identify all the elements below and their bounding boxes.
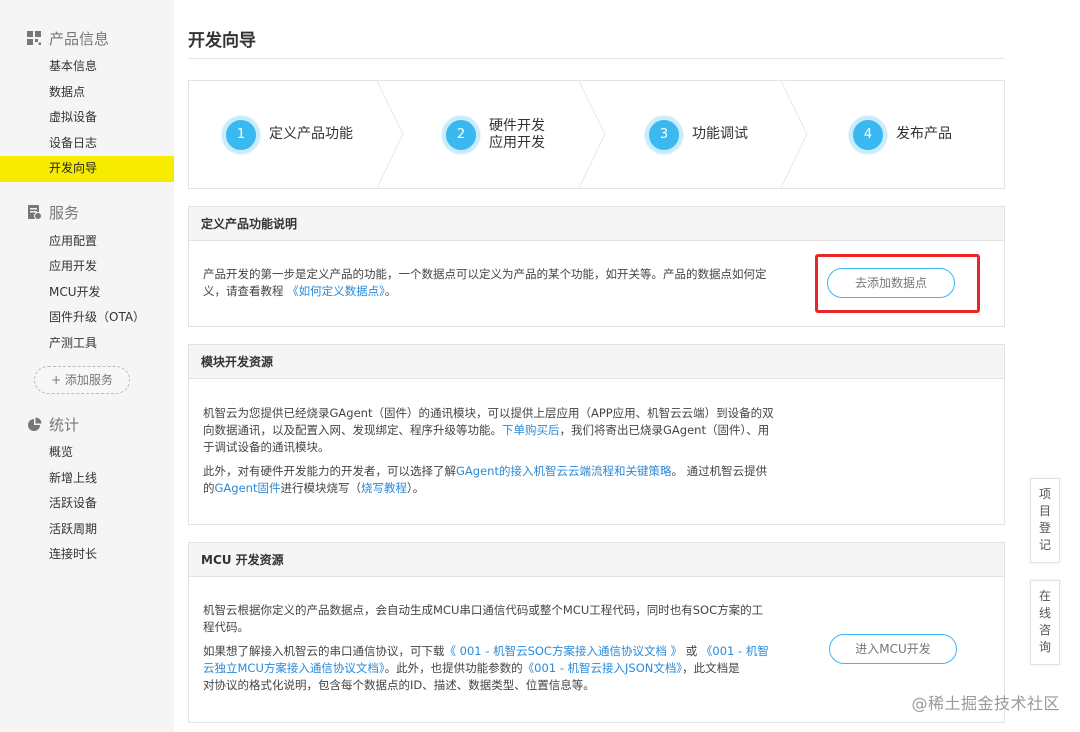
step-number: 4 — [849, 115, 887, 154]
panel-text-line: 如果想了解接入机智云的串口通信协议，可下载《 001 - 机智云SOC方案接入通… — [203, 643, 795, 660]
step-label-line: 应用开发 — [489, 134, 545, 151]
panel-title: MCU 开发资源 — [189, 543, 1004, 577]
text-span: 如果想了解接入机智云的串口通信协议，可下载 — [203, 644, 445, 658]
sidebar-item-overview[interactable]: 概览 — [0, 440, 174, 466]
text-span: ，此文档是 — [682, 661, 740, 675]
tab-char: 项 — [1038, 487, 1051, 501]
sidebar-item-ota[interactable]: 固件升级（OTA） — [0, 305, 174, 331]
text-span: 的 — [203, 481, 215, 495]
step-label-line: 硬件开发 — [489, 117, 545, 134]
step-number: 1 — [222, 115, 260, 154]
panel-text: 机智云根据你定义的产品数据点，会自动生成MCU串口通信代码或整个MCU工程代码，… — [189, 577, 809, 694]
add-datapoint-button[interactable]: 去添加数据点 — [827, 268, 955, 298]
text-span: 向数据通讯，以及配置入网、发现绑定、程序升级等功能。 — [203, 423, 502, 437]
text-span: 进行模块烧写（ — [280, 481, 361, 495]
panel-text-line: 产品开发的第一步是定义产品的功能，一个数据点可以定义为产品的某个功能，如开关等。… — [203, 267, 767, 281]
sidebar-item-mcu-dev[interactable]: MCU开发 — [0, 280, 174, 306]
gagent-strategy-link[interactable]: GAgent的接入机智云云端流程和关键策略 — [456, 464, 671, 478]
sidebar-item-datapoints[interactable]: 数据点 — [0, 80, 174, 106]
step-label: 硬件开发 应用开发 — [489, 118, 545, 152]
tab-char: 咨 — [1038, 623, 1051, 637]
tab-char: 在 — [1038, 589, 1051, 603]
step-4[interactable]: 4 发布产品 — [849, 81, 952, 188]
sidebar-item-connect-duration[interactable]: 连接时长 — [0, 542, 174, 568]
sidebar-item-dev-guide[interactable]: 开发向导 — [0, 156, 174, 182]
text-span: 此外，对有硬件开发能力的开发者，可以选择了解 — [203, 464, 456, 478]
buy-link[interactable]: 下单购买后 — [502, 423, 560, 437]
tab-char: 询 — [1038, 640, 1051, 654]
panel-title: 模块开发资源 — [189, 345, 1004, 379]
sidebar-item-app-config[interactable]: 应用配置 — [0, 229, 174, 255]
panel-module-resources: 模块开发资源 机智云为您提供已经烧录GAgent（固件）的通讯模块，可以提供上层… — [188, 344, 1005, 525]
step-label: 功能调试 — [692, 126, 748, 142]
panel-text-line: 的GAgent固件进行模块烧写（烧写教程）。 — [203, 480, 795, 497]
tab-char: 登 — [1038, 521, 1051, 535]
panel-text-line: 云独立MCU方案接入通信协议文档》。此外，也提供功能参数的《001 - 机智云接… — [203, 660, 795, 677]
sidebar-group-title: 服务 — [49, 204, 80, 222]
pie-chart-icon — [27, 417, 42, 432]
sidebar-item-active-devices[interactable]: 活跃设备 — [0, 491, 174, 517]
sidebar-item-active-period[interactable]: 活跃周期 — [0, 517, 174, 543]
sidebar-item-basic-info[interactable]: 基本信息 — [0, 54, 174, 80]
panel-text: 产品开发的第一步是定义产品的功能，一个数据点可以定义为产品的某个功能，如开关等。… — [189, 241, 809, 300]
step-2[interactable]: 2 硬件开发 应用开发 — [442, 81, 545, 188]
enter-mcu-dev-button[interactable]: 进入MCU开发 — [829, 634, 957, 664]
tab-char: 线 — [1038, 606, 1051, 620]
step-label: 定义产品功能 — [269, 126, 353, 142]
tab-char: 记 — [1038, 538, 1051, 552]
sidebar-group-product-info: 产品信息 — [0, 26, 174, 50]
add-service-button[interactable]: + 添加服务 — [34, 366, 130, 394]
gagent-firmware-link[interactable]: GAgent固件 — [215, 481, 281, 495]
tab-char: 目 — [1038, 504, 1051, 518]
sidebar-item-device-log[interactable]: 设备日志 — [0, 131, 174, 157]
title-divider — [188, 58, 1005, 59]
sidebar-item-test-tools[interactable]: 产测工具 — [0, 331, 174, 357]
panel-mcu-resources: MCU 开发资源 机智云根据你定义的产品数据点，会自动生成MCU串口通信代码或整… — [188, 542, 1005, 723]
sidebar-item-app-dev[interactable]: 应用开发 — [0, 254, 174, 280]
sidebar-group-services: 服务 — [0, 201, 174, 225]
flash-tutorial-link[interactable]: 烧写教程 — [361, 481, 407, 495]
sidebar-item-new-online[interactable]: 新增上线 — [0, 466, 174, 492]
text-span: 。 通过机智云提供 — [671, 464, 768, 478]
sidebar: 产品信息 基本信息 数据点 虚拟设备 设备日志 开发向导 服务 应用配置 应用开… — [0, 0, 174, 732]
step-number: 2 — [442, 115, 480, 154]
watermark: @稀土掘金技术社区 — [911, 694, 1060, 713]
mcu-protocol-doc-link-cont[interactable]: 云独立MCU方案接入通信协议文档》 — [203, 661, 385, 675]
json-doc-link[interactable]: 《001 - 机智云接入JSON文档》 — [523, 661, 683, 675]
sidebar-group-stats: 统计 — [0, 412, 174, 436]
sidebar-group-title: 产品信息 — [49, 29, 110, 48]
mcu-protocol-doc-link[interactable]: 《001 - 机智 — [701, 644, 769, 658]
grid-icon — [27, 30, 42, 46]
sidebar-item-virtual-device[interactable]: 虚拟设备 — [0, 105, 174, 131]
panel-text-line: 机智云根据你定义的产品数据点，会自动生成MCU串口通信代码或整个MCU工程代码，… — [203, 603, 764, 617]
step-3[interactable]: 3 功能调试 — [645, 81, 748, 188]
how-to-define-datapoint-link[interactable]: 《如何定义数据点》 — [287, 284, 385, 298]
step-1[interactable]: 1 定义产品功能 — [222, 81, 353, 188]
text-span: 义，请查看教程 — [203, 284, 284, 298]
text-span: 或 — [682, 644, 701, 658]
panel-text-line: 义，请查看教程 《如何定义数据点》。 — [203, 283, 795, 300]
step-label: 发布产品 — [896, 126, 952, 142]
step-number: 3 — [645, 115, 683, 154]
panel-text-line: 程代码。 — [203, 620, 249, 634]
panel-title: 定义产品功能说明 — [189, 207, 1004, 241]
online-consult-tab[interactable]: 在 线 咨 询 — [1030, 580, 1060, 665]
document-icon — [27, 205, 42, 220]
panel-text-line: 向数据通讯，以及配置入网、发现绑定、程序升级等功能。下单购买后，我们将寄出已烧录… — [203, 422, 795, 439]
project-register-tab[interactable]: 项 目 登 记 — [1030, 478, 1060, 563]
sidebar-group-title: 统计 — [49, 415, 80, 434]
text-span: ，我们将寄出已烧录GAgent（固件）、用 — [559, 423, 770, 437]
panel-text-line: 于调试设备的通讯模块。 — [203, 440, 330, 454]
wizard-steps: 1 定义产品功能 2 硬件开发 应用开发 3 功能调试 4 发布产品 — [188, 80, 1005, 189]
text-span: 。 — [384, 284, 397, 298]
panel-text-line: 对协议的格式化说明，包含每个数据点的ID、描述、数据类型、位置信息等。 — [203, 678, 595, 692]
text-span: 。此外，也提供功能参数的 — [384, 661, 523, 675]
page-title: 开发向导 — [188, 31, 256, 51]
panel-text-line: 此外，对有硬件开发能力的开发者，可以选择了解GAgent的接入机智云云端流程和关… — [203, 463, 795, 480]
panel-text: 机智云为您提供已经烧录GAgent（固件）的通讯模块，可以提供上层应用（APP应… — [189, 379, 809, 497]
panel-text-line: 机智云为您提供已经烧录GAgent（固件）的通讯模块，可以提供上层应用（APP应… — [203, 406, 774, 420]
text-span: ）。 — [406, 481, 425, 495]
soc-protocol-doc-link[interactable]: 《 001 - 机智云SOC方案接入通信协议文档 》 — [445, 644, 683, 658]
